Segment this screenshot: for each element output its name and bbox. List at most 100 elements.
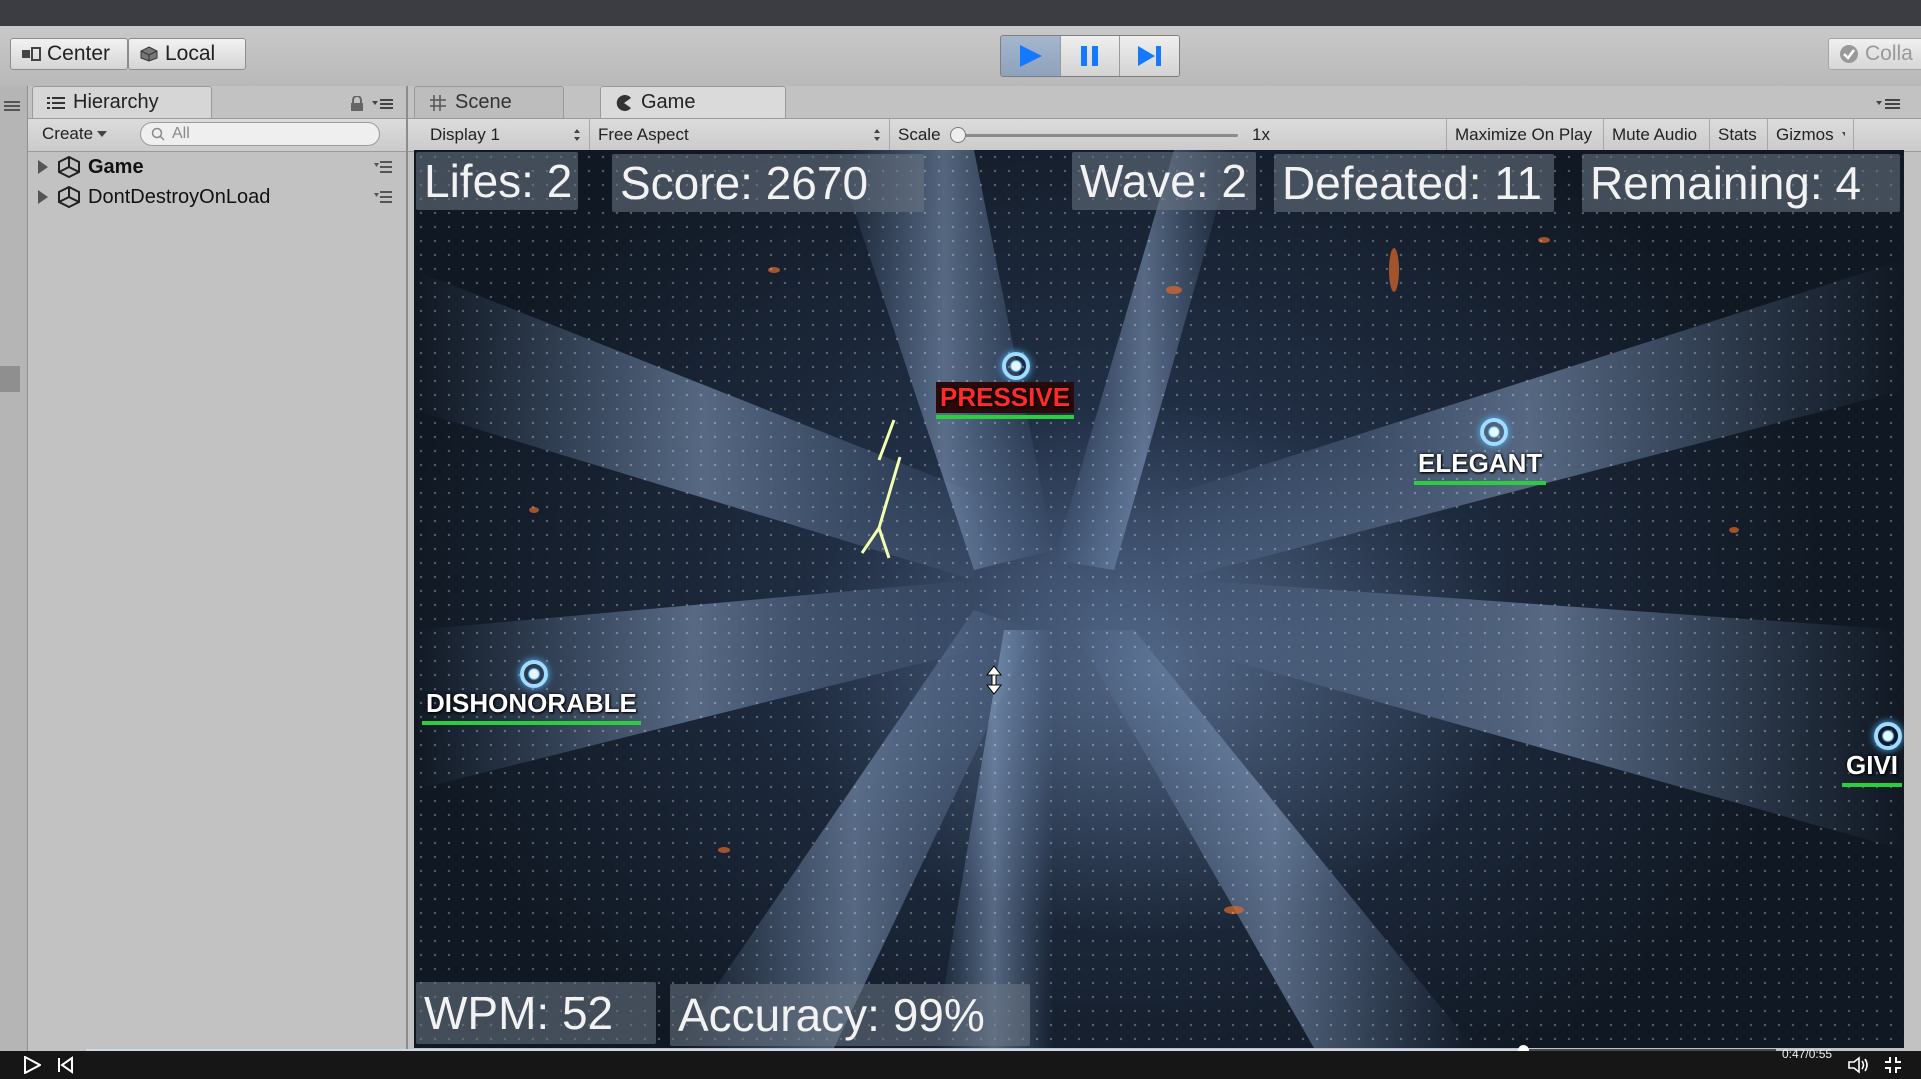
enemy-health-bar <box>422 721 641 725</box>
step-button[interactable] <box>1120 36 1179 76</box>
cube-icon <box>140 46 158 62</box>
pause-button[interactable] <box>1060 36 1121 76</box>
aspect-label: Free Aspect <box>598 125 689 144</box>
pivot-center-label: Center <box>47 42 111 65</box>
enemy-word: ELEGANT <box>1418 448 1543 478</box>
video-play-button[interactable] <box>20 1051 44 1079</box>
scale-slider[interactable] <box>954 134 1238 137</box>
aspect-dropdown[interactable]: Free Aspect <box>590 119 890 151</box>
panel-options-icon[interactable] <box>1876 98 1902 110</box>
pacman-icon <box>616 94 631 111</box>
tab-game-label: Game <box>641 91 696 113</box>
unity-scene-icon <box>58 156 80 178</box>
updown-arrow-icon <box>574 129 580 141</box>
enemy-target-icon <box>1874 722 1902 750</box>
tab-scene-label: Scene <box>455 91 512 113</box>
skip-back-icon <box>58 1056 73 1074</box>
create-dropdown[interactable]: Create <box>38 122 111 146</box>
hud-defeated: Defeated: 11 <box>1274 154 1554 212</box>
gutter-scroll-handle[interactable] <box>0 366 20 392</box>
enemy-word-label: GIVI <box>1842 750 1903 787</box>
enemy-word: PRESSIVE <box>940 382 1071 412</box>
collab-button[interactable]: Colla <box>1828 38 1921 70</box>
fullscreen-button[interactable] <box>1880 1051 1906 1079</box>
enemy-word-targeted: PRESSIVE <box>936 382 1075 419</box>
enemy-health-bar <box>1414 481 1547 485</box>
scale-value: 1x <box>1252 125 1270 144</box>
stats-toggle[interactable]: Stats <box>1710 119 1768 151</box>
expand-arrow-icon[interactable] <box>38 160 48 174</box>
enemy-target-icon <box>1002 352 1030 380</box>
scale-label: Scale <box>898 125 941 144</box>
hierarchy-item-dontdestroyonload[interactable]: DontDestroyOnLoad <box>28 182 406 212</box>
hud-score: Score: 2670 <box>612 154 924 212</box>
item-menu-icon[interactable] <box>374 158 392 176</box>
updown-arrow-icon <box>874 129 880 141</box>
hud-accuracy: Accuracy: 99% <box>670 984 1030 1046</box>
hud-wave: Wave: 2 <box>1072 152 1256 210</box>
enemy-target-icon <box>520 660 548 688</box>
collab-label: Colla <box>1865 42 1913 65</box>
step-icon <box>1137 46 1161 66</box>
pivot-local-label: Local <box>165 42 216 65</box>
display-label: Display 1 <box>430 125 500 144</box>
unity-scene-icon <box>58 186 80 208</box>
enemy-health-bar <box>1842 783 1903 787</box>
enemy-word-label: DISHONORABLE <box>422 688 641 725</box>
pivot-icon <box>22 47 41 61</box>
gizmos-label: Gizmos <box>1776 125 1834 144</box>
enemy-word: GIVI <box>1846 750 1899 780</box>
hud-wpm: WPM: 52 <box>416 982 656 1044</box>
search-icon <box>151 127 165 141</box>
tab-scene[interactable]: Scene <box>414 86 564 118</box>
window-top-strip <box>0 0 1921 27</box>
pivot-center-button[interactable]: Center <box>10 38 128 70</box>
expand-arrow-icon[interactable] <box>38 190 48 204</box>
item-menu-icon[interactable] <box>374 188 392 206</box>
hierarchy-item-label: DontDestroyOnLoad <box>88 185 271 208</box>
create-label: Create <box>42 124 94 143</box>
hierarchy-panel: Hierarchy Create All Game DontDestroyOnL… <box>28 86 408 1051</box>
pause-icon <box>1081 46 1098 66</box>
gizmos-dropdown[interactable]: Gizmos <box>1768 119 1854 151</box>
grid-icon <box>430 94 446 111</box>
mute-audio-toggle[interactable]: Mute Audio <box>1604 119 1710 151</box>
volume-icon <box>1848 1056 1868 1074</box>
tab-game[interactable]: Game <box>600 86 786 118</box>
hierarchy-search-input[interactable]: All <box>140 122 380 146</box>
enemy-target-icon <box>1480 418 1508 446</box>
chevron-down-icon <box>1841 132 1845 138</box>
fullscreen-exit-icon <box>1885 1057 1901 1073</box>
volume-button[interactable] <box>1846 1051 1872 1079</box>
play-button[interactable] <box>1001 36 1061 76</box>
video-controls: 0:47/0:55 <box>0 1047 1921 1079</box>
dot-grid-overlay <box>414 150 1904 1048</box>
hierarchy-item-label: Game <box>88 155 144 178</box>
tab-hierarchy[interactable]: Hierarchy <box>32 86 212 118</box>
pivot-local-button[interactable]: Local <box>128 38 246 70</box>
tab-hierarchy-label: Hierarchy <box>73 91 159 113</box>
enemy-health-bar <box>936 415 1075 419</box>
hierarchy-item-game[interactable]: Game <box>28 152 406 182</box>
play-icon <box>24 1056 41 1074</box>
playback-controls <box>1000 35 1180 77</box>
maximize-on-play-toggle[interactable]: Maximize On Play <box>1446 119 1604 151</box>
game-viewport[interactable]: Lifes: 2 Score: 2670 Wave: 2 Defeated: 1… <box>414 150 1904 1048</box>
video-restart-button[interactable] <box>54 1051 76 1079</box>
enemy-word-label: ELEGANT <box>1414 448 1547 485</box>
chevron-down-icon <box>97 131 108 137</box>
video-time: 0:47/0:55 <box>1782 1047 1833 1061</box>
search-placeholder: All <box>172 125 190 142</box>
hud-remaining: Remaining: 4 <box>1582 154 1900 212</box>
panel-menu-icon[interactable] <box>4 100 22 112</box>
play-icon <box>1020 45 1043 67</box>
panel-options-icon[interactable] <box>372 98 394 110</box>
game-toolbar: Display 1 Free Aspect Scale 1x Maximize … <box>408 118 1921 152</box>
check-icon <box>1840 45 1858 63</box>
left-gutter <box>0 86 28 1051</box>
lock-icon[interactable] <box>350 96 364 112</box>
enemy-word: DISHONORABLE <box>426 688 637 718</box>
scale-slider-handle[interactable] <box>950 127 966 143</box>
hierarchy-toolbar: Create All <box>28 118 406 152</box>
display-dropdown[interactable]: Display 1 <box>422 119 590 151</box>
